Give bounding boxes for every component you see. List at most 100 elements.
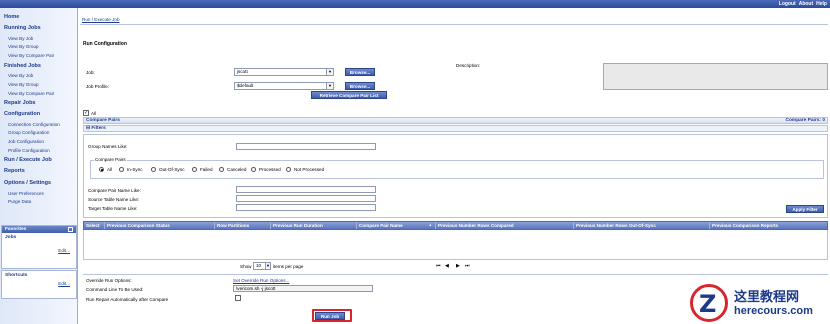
logout-link[interactable]: Logout (779, 1, 796, 7)
all-label: All (91, 111, 97, 116)
radio-processed-label: Processed (259, 167, 281, 172)
col-rows-compared[interactable]: Previous Number Rows Compared (436, 222, 574, 229)
radio-group-label: Compare Pairs (94, 157, 127, 162)
next-page-icon[interactable]: ▶ (456, 263, 460, 269)
nav-group-config[interactable]: Group Configuration (8, 130, 49, 135)
radio-out-of-sync[interactable] (151, 167, 156, 172)
header-links: Logout About Help (776, 0, 827, 8)
col-rows-out-of-sync[interactable]: Previous Number Rows Out-Of-Sync (574, 222, 710, 229)
jobs-label: Jobs (5, 235, 17, 240)
nav-run-execute-job[interactable]: Run / Execute Job (4, 157, 52, 163)
radio-all[interactable] (99, 167, 104, 172)
sort-asc-icon[interactable]: ▲ (429, 222, 432, 229)
pair-name-input[interactable] (236, 186, 376, 193)
jobs-edit-link[interactable]: Edit... (58, 248, 70, 253)
page-size-value: 10 (256, 263, 262, 268)
radio-in-sync[interactable] (119, 167, 124, 172)
nav-job-config[interactable]: Job Configuration (8, 139, 44, 144)
target-table-input[interactable] (236, 204, 376, 211)
profile-label: Job Profile: (86, 84, 109, 89)
nav-purge-data[interactable]: Purge Data (8, 199, 31, 204)
about-link[interactable]: About (799, 1, 813, 7)
job-select[interactable]: jscott ▼ (234, 68, 334, 76)
top-bar: Logout About Help (0, 0, 830, 8)
watermark-logo: Z (690, 284, 728, 322)
radio-processed[interactable] (251, 167, 256, 172)
shortcuts-label: Shortcuts (5, 273, 28, 278)
last-page-icon[interactable]: ⏭ (465, 263, 470, 269)
nav-running-by-job[interactable]: View By Job (8, 36, 33, 41)
help-link[interactable]: Help (816, 1, 827, 7)
profile-select[interactable]: $default ▼ (234, 82, 334, 90)
radio-out-of-sync-label: Out-Of-Sync (159, 167, 185, 172)
radio-not-processed-label: Not Processed (294, 167, 325, 172)
col-select[interactable]: Select (84, 222, 105, 229)
group-names-input[interactable] (236, 143, 376, 150)
col-pair-name[interactable]: Compare Pair Name ▲ (357, 222, 436, 229)
nav-reports[interactable]: Reports (4, 168, 25, 174)
filters-bar[interactable]: ⊟ Filters (83, 125, 828, 132)
source-table-input[interactable] (236, 195, 376, 202)
favorites-panel: Favorites Jobs Edit... (1, 225, 77, 269)
collapse-icon[interactable]: ⊟ (86, 126, 90, 131)
apply-filter-button[interactable]: Apply Filter (786, 205, 824, 213)
nav-running-jobs[interactable]: Running Jobs (4, 25, 41, 31)
favorites-header: Favorites (2, 226, 76, 233)
nav-configuration[interactable]: Configuration (4, 111, 40, 117)
nav-repair-jobs[interactable]: Repair Jobs (4, 100, 35, 106)
shortcuts-edit-link[interactable]: Edit... (58, 281, 70, 286)
nav-finished-jobs[interactable]: Finished Jobs (4, 63, 41, 69)
page-size-select[interactable]: 10 ▼ (253, 262, 271, 270)
col-prev-duration[interactable]: Previous Run Duration (271, 222, 357, 229)
job-browse-button[interactable]: Browse... (345, 68, 375, 76)
radio-canceled-label: Canceled (227, 167, 247, 172)
profile-browse-button[interactable]: Browse... (345, 82, 375, 90)
nav-running-by-group[interactable]: View By Group (8, 44, 39, 49)
radio-in-sync-label: In-Sync (127, 167, 143, 172)
shortcuts-panel: Shortcuts Edit... (1, 270, 77, 299)
nav-finished-by-job[interactable]: View By Job (8, 73, 33, 78)
nav-user-preferences[interactable]: User Preferences (8, 191, 44, 196)
table-header-row: Select Previous Comparison Status Row Pa… (83, 221, 828, 230)
all-checkbox[interactable]: ✓ (83, 110, 89, 116)
run-job-button[interactable]: Run Job (315, 312, 345, 320)
nav-home[interactable]: Home (4, 14, 19, 20)
radio-not-processed[interactable] (286, 167, 291, 172)
favorites-title: Favorites (5, 227, 27, 232)
col-prev-status[interactable]: Previous Comparison Status (105, 222, 215, 229)
retrieve-compare-pair-list-button[interactable]: Retrieve Compare Pair List (311, 91, 387, 99)
first-page-icon[interactable]: ⏮ (436, 263, 441, 269)
nav-finished-by-pair[interactable]: View By Compare Pair (8, 91, 54, 96)
nav-connection-config[interactable]: Connection Configuration (8, 122, 60, 127)
target-table-label: Target Table Name Like: (88, 206, 138, 211)
compare-pairs-title: Compare Pairs (86, 118, 120, 123)
sidebar: Home Running Jobs View By Job View By Gr… (0, 8, 78, 324)
nav-profile-config[interactable]: Profile Configuration (8, 148, 50, 153)
pager-items-label: items per page (273, 264, 304, 269)
description-field[interactable] (603, 63, 828, 90)
repair-label: Run Repair Automatically after Compare (86, 297, 169, 302)
radio-all-label: All (107, 167, 113, 172)
nav-running-by-pair[interactable]: View By Compare Pair (8, 53, 54, 58)
command-line-label: Command Line To Be Used: (86, 287, 144, 292)
expand-icon[interactable] (68, 227, 73, 232)
chevron-down-icon: ▼ (265, 263, 270, 269)
nav-options-settings[interactable]: Options / Settings (4, 180, 51, 186)
col-prev-reports[interactable]: Previous Comparison Reports (710, 222, 828, 229)
compare-pairs-bar: Compare Pairs Compare Pairs: 0 (83, 117, 828, 124)
col-pair-name-label: Compare Pair Name (359, 223, 403, 228)
radio-failed[interactable] (192, 167, 197, 172)
override-options-link[interactable]: Set Override Run Options... (233, 278, 289, 283)
override-label: Override Run Options: (86, 278, 132, 283)
pair-name-label: Compare Pair Name Like: (88, 188, 141, 193)
nav-finished-by-group[interactable]: View By Group (8, 82, 39, 87)
prev-page-icon[interactable]: ◀ (445, 263, 449, 269)
group-names-label: Group Names Like: (88, 144, 128, 149)
run-config-title: Run Configuration (83, 41, 127, 47)
chevron-down-icon: ▼ (326, 69, 333, 75)
job-label: Job: (86, 70, 95, 75)
repair-checkbox[interactable] (235, 295, 241, 301)
col-row-partitions[interactable]: Row Partitions (215, 222, 271, 229)
breadcrumb[interactable]: Run / Execute Job (82, 17, 120, 22)
radio-canceled[interactable] (219, 167, 224, 172)
